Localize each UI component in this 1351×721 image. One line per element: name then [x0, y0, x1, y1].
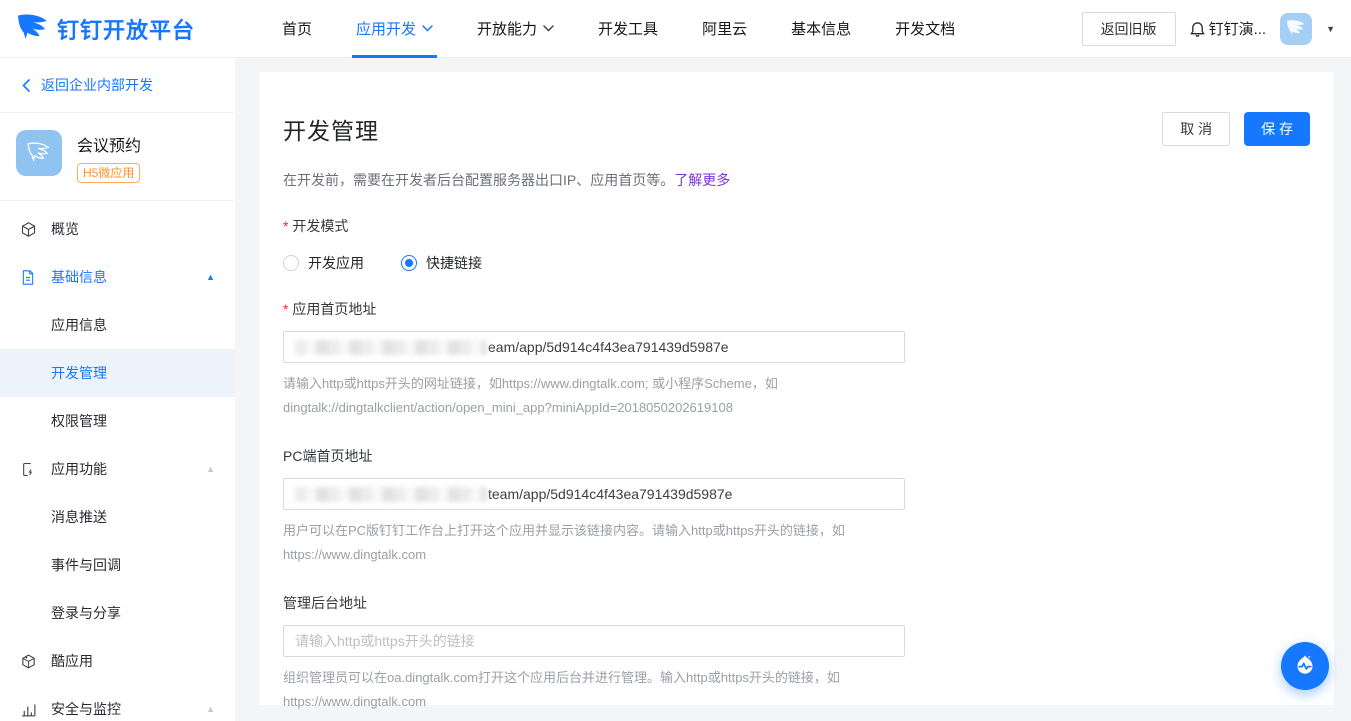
assistant-float-button[interactable]: [1281, 642, 1329, 690]
sidebar-item-dev-management[interactable]: 开发管理: [0, 349, 235, 397]
collapse-caret-icon[interactable]: ▲: [206, 272, 215, 282]
chevron-down-icon: [422, 25, 433, 32]
nav-dev-tools[interactable]: 开发工具: [598, 0, 658, 58]
nav-basic-info[interactable]: 基本信息: [791, 0, 851, 58]
cool-cube-icon: [20, 653, 38, 670]
header-right: 返回旧版 钉钉演... ▼: [1082, 12, 1335, 46]
phone-bolt-icon: [20, 461, 38, 478]
top-nav: 首页 应用开发 开放能力 开发工具 阿里云 基本信息 开发文档: [282, 0, 955, 58]
page-description: 在开发前，需要在开发者后台配置服务器出口IP、应用首页等。了解更多: [283, 170, 1310, 190]
app-icon: [16, 130, 62, 176]
sidebar-item-events-callback[interactable]: 事件与回调: [0, 541, 235, 589]
save-button[interactable]: 保 存: [1244, 112, 1310, 146]
pc-home-input[interactable]: team/app/5d914c4f43ea791439d5987e: [283, 478, 905, 510]
nav-home[interactable]: 首页: [282, 0, 312, 58]
top-bar: 钉钉开放平台 首页 应用开发 开放能力 开发工具 阿里云 基本信息 开发文档 返…: [0, 0, 1351, 58]
app-meta: 会议预约 H5微应用: [77, 130, 141, 183]
document-icon: [20, 269, 38, 286]
avatar[interactable]: [1280, 13, 1312, 45]
chevron-down-icon: [543, 25, 554, 32]
bell-icon: [1190, 21, 1205, 37]
sidebar-item-basic-info[interactable]: 基础信息 ▲: [0, 253, 235, 301]
brand-logo[interactable]: 钉钉开放平台: [16, 13, 268, 45]
cube-icon: [20, 221, 38, 238]
sidebar: 返回企业内部开发 会议预约 H5微应用 概览: [0, 58, 235, 721]
collapse-caret-icon[interactable]: ▲: [206, 704, 215, 714]
page-body: 返回企业内部开发 会议预约 H5微应用 概览: [0, 58, 1351, 721]
account-menu-caret[interactable]: ▼: [1326, 24, 1335, 34]
back-to-internal-dev-link[interactable]: 返回企业内部开发: [0, 58, 235, 113]
learn-more-link[interactable]: 了解更多: [674, 172, 730, 188]
app-card: 会议预约 H5微应用: [0, 113, 235, 201]
app-name: 会议预约: [77, 132, 141, 156]
chevron-left-icon: [22, 79, 30, 92]
collapse-caret-icon[interactable]: ▲: [206, 464, 215, 474]
app-home-value: eam/app/5d914c4f43ea791439d5987e: [488, 339, 729, 355]
nav-aliyun[interactable]: 阿里云: [702, 0, 747, 58]
sidebar-item-app-info[interactable]: 应用信息: [0, 301, 235, 349]
sidebar-item-permission-management[interactable]: 权限管理: [0, 397, 235, 445]
redacted-url-segment: [295, 340, 487, 355]
org-switcher[interactable]: 钉钉演...: [1190, 18, 1267, 39]
form-actions: 取 消 保 存: [1162, 112, 1310, 146]
app-home-input[interactable]: eam/app/5d914c4f43ea791439d5987e: [283, 331, 905, 363]
sidebar-item-message-push[interactable]: 消息推送: [0, 493, 235, 541]
side-menu: 概览 基础信息 ▲ 应用信息 开发管理 权限管理: [0, 201, 235, 721]
sidebar-item-overview[interactable]: 概览: [0, 205, 235, 253]
admin-home-input[interactable]: [283, 625, 905, 657]
dingtalk-wing-icon: [16, 14, 50, 44]
pc-home-value: team/app/5d914c4f43ea791439d5987e: [488, 486, 732, 502]
nav-app-dev[interactable]: 应用开发: [356, 0, 433, 58]
radio-circle-icon: [401, 255, 417, 271]
radio-circle-icon: [283, 255, 299, 271]
nav-dev-docs[interactable]: 开发文档: [895, 0, 955, 58]
dev-management-card: 开发管理 取 消 保 存 在开发前，需要在开发者后台配置服务器出口IP、应用首页…: [259, 72, 1334, 705]
nav-open-capability[interactable]: 开放能力: [477, 0, 554, 58]
redacted-url-segment: [295, 487, 487, 502]
brand-name: 钉钉开放平台: [57, 13, 195, 45]
sidebar-item-security-monitoring[interactable]: 安全与监控 ▲: [0, 685, 235, 721]
org-name: 钉钉演...: [1209, 18, 1267, 39]
assistant-pulse-icon: [1291, 652, 1319, 680]
admin-home-help: 组织管理员可以在oa.dingtalk.com打开这个应用后台并进行管理。输入h…: [283, 666, 1310, 714]
sidebar-item-login-share[interactable]: 登录与分享: [0, 589, 235, 637]
card-header: 开发管理 取 消 保 存: [283, 112, 1310, 146]
pc-home-help: 用户可以在PC版钉钉工作台上打开这个应用并显示该链接内容。请输入http或htt…: [283, 519, 1310, 567]
app-home-label: 应用首页地址: [283, 299, 1310, 319]
bar-chart-icon: [20, 701, 38, 718]
pc-home-label: PC端首页地址: [283, 446, 1310, 466]
page-title: 开发管理: [283, 112, 379, 146]
sidebar-item-cool-app[interactable]: 酷应用: [0, 637, 235, 685]
back-to-old-version-button[interactable]: 返回旧版: [1082, 12, 1176, 46]
dev-mode-radio-group: 开发应用 快捷链接: [283, 253, 1310, 273]
admin-home-label: 管理后台地址: [283, 593, 1310, 613]
app-home-help: 请输入http或https开头的网址链接，如https://www.dingta…: [283, 372, 1310, 420]
main-content: 开发管理 取 消 保 存 在开发前，需要在开发者后台配置服务器出口IP、应用首页…: [235, 58, 1351, 721]
dev-mode-label: 开发模式: [283, 216, 1310, 236]
radio-develop-app[interactable]: 开发应用: [283, 253, 364, 273]
app-type-badge: H5微应用: [77, 163, 140, 183]
cancel-button[interactable]: 取 消: [1162, 112, 1230, 146]
sidebar-item-app-features[interactable]: 应用功能 ▲: [0, 445, 235, 493]
radio-quick-link[interactable]: 快捷链接: [401, 253, 482, 273]
